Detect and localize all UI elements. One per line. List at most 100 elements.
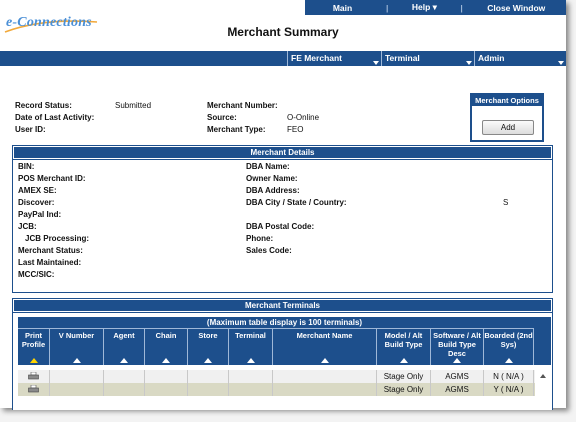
column-label: Merchant Name	[296, 331, 353, 340]
dba-city-value: S	[503, 198, 509, 207]
source-value: O-Online	[287, 113, 320, 122]
merchant-details-panel: Merchant Details BIN: POS Merchant ID: A…	[12, 145, 553, 293]
owner-name-label: Owner Name:	[246, 174, 298, 183]
v-number-cell	[50, 383, 104, 396]
col-chain[interactable]: Chain	[145, 328, 188, 365]
printer-icon	[28, 372, 39, 380]
print-icon-cell[interactable]	[18, 370, 50, 383]
model-cell: Stage Only	[377, 383, 431, 396]
sort-arrow-icon	[320, 358, 329, 363]
tab-label: FE Merchant	[291, 53, 343, 63]
store-cell	[188, 370, 229, 383]
help-menu[interactable]: Help ▾	[394, 2, 454, 13]
merchant-options-panel: Merchant Options Add	[470, 93, 544, 142]
col-boarded[interactable]: Boarded (2nd Sys)	[484, 328, 534, 365]
tab-fe-merchant[interactable]: FE Merchant	[287, 51, 381, 66]
merchant-status-label: Merchant Status:	[18, 246, 83, 255]
scroll-up-icon[interactable]	[540, 374, 546, 378]
merchant-options-title: Merchant Options	[472, 95, 542, 106]
agent-cell	[104, 383, 145, 396]
dba-city-state-country-label: DBA City / State / Country:	[246, 198, 347, 207]
column-label: V Number	[58, 331, 95, 340]
sort-arrow-icon	[399, 358, 408, 363]
col-print-profile[interactable]: Print Profile	[18, 328, 50, 365]
store-cell	[188, 383, 229, 396]
discover-label: Discover:	[18, 198, 55, 207]
boarded-cell: Y ( N/A )	[484, 383, 534, 396]
separator: |	[460, 2, 463, 13]
bin-label: BIN:	[18, 162, 35, 171]
col-model-alt-build-type[interactable]: Model / Alt Build Type	[377, 328, 431, 365]
top-nav: Main | Help ▾ | Close Window	[305, 0, 566, 15]
column-label: Boarded (2nd Sys)	[484, 331, 533, 349]
dba-address-label: DBA Address:	[246, 186, 300, 195]
app-window: Main | Help ▾ | Close Window e-Connectio…	[0, 0, 566, 410]
add-button[interactable]: Add	[482, 120, 534, 135]
sort-arrow-icon	[504, 358, 513, 363]
mcc-sic-label: MCC/SIC:	[18, 270, 55, 279]
user-id-label: User ID:	[15, 125, 46, 134]
table-row[interactable]: Stage Only AGMS Y ( N/A )	[18, 383, 551, 396]
sort-arrow-icon	[246, 358, 255, 363]
chain-cell	[145, 370, 188, 383]
agent-cell	[104, 370, 145, 383]
close-window-link[interactable]: Close Window	[469, 3, 564, 13]
column-label: Model / Alt Build Type	[384, 331, 423, 349]
table-caption: (Maximum table display is 100 terminals)	[18, 317, 551, 328]
merchant-details-title: Merchant Details	[12, 145, 553, 160]
merchant-name-cell	[273, 370, 377, 383]
col-v-number[interactable]: V Number	[50, 328, 104, 365]
dropdown-arrow-icon	[466, 61, 472, 65]
amex-se-label: AMEX SE:	[18, 186, 57, 195]
column-label: Print Profile	[21, 331, 46, 349]
sort-arrow-icon	[29, 358, 38, 363]
merchant-type-label: Merchant Type:	[207, 125, 266, 134]
dba-name-label: DBA Name:	[246, 162, 290, 171]
last-activity-label: Date of Last Activity:	[15, 113, 95, 122]
header-filler	[534, 328, 551, 365]
v-number-cell	[50, 370, 104, 383]
record-status-label: Record Status:	[15, 101, 72, 110]
col-store[interactable]: Store	[188, 328, 229, 365]
sort-arrow-icon	[120, 358, 128, 363]
pos-merchant-id-label: POS Merchant ID:	[18, 174, 86, 183]
main-link[interactable]: Main	[305, 3, 380, 13]
column-label: Software / Alt Build Type Desc	[433, 331, 481, 358]
merchant-type-value: FEO	[287, 125, 304, 134]
jcb-processing-label: JCB Processing:	[25, 234, 90, 243]
chain-cell	[145, 383, 188, 396]
column-label: Terminal	[235, 331, 266, 340]
col-terminal[interactable]: Terminal	[229, 328, 273, 365]
summary-right: Merchant Number: Source: O-Online Merchan…	[207, 100, 319, 136]
terminal-cell	[229, 370, 273, 383]
software-cell: AGMS	[431, 383, 484, 396]
merchant-terminals-title: Merchant Terminals	[12, 298, 553, 313]
separator: |	[386, 2, 389, 13]
terminal-cell	[229, 383, 273, 396]
help-label: Help	[411, 2, 431, 12]
merchant-name-cell	[273, 383, 377, 396]
page-title: Merchant Summary	[227, 25, 339, 39]
tab-terminal[interactable]: Terminal	[381, 51, 474, 66]
chevron-down-icon: ▾	[432, 2, 437, 12]
jcb-label: JCB:	[18, 222, 37, 231]
sort-arrow-icon	[72, 358, 81, 363]
col-merchant-name[interactable]: Merchant Name	[273, 328, 377, 365]
sort-arrow-icon	[453, 358, 461, 363]
tab-admin[interactable]: Admin	[474, 51, 566, 66]
col-agent[interactable]: Agent	[104, 328, 145, 365]
paypal-ind-label: PayPal Ind:	[18, 210, 62, 219]
source-label: Source:	[207, 113, 237, 122]
printer-icon	[28, 385, 39, 393]
merchant-number-label: Merchant Number:	[207, 101, 278, 110]
boarded-cell: N ( N/A )	[484, 370, 534, 383]
table-row[interactable]: Stage Only AGMS N ( N/A )	[18, 370, 551, 383]
summary-left: Record Status: Submitted Date of Last Act…	[15, 100, 151, 136]
column-label: Chain	[155, 331, 177, 340]
sort-arrow-icon	[162, 358, 170, 363]
column-label: Store	[198, 331, 218, 340]
table-scrollbar[interactable]	[535, 370, 551, 402]
print-icon-cell[interactable]	[18, 383, 50, 396]
dropdown-arrow-icon	[558, 61, 564, 65]
col-software-alt-build-type-desc[interactable]: Software / Alt Build Type Desc	[431, 328, 484, 365]
